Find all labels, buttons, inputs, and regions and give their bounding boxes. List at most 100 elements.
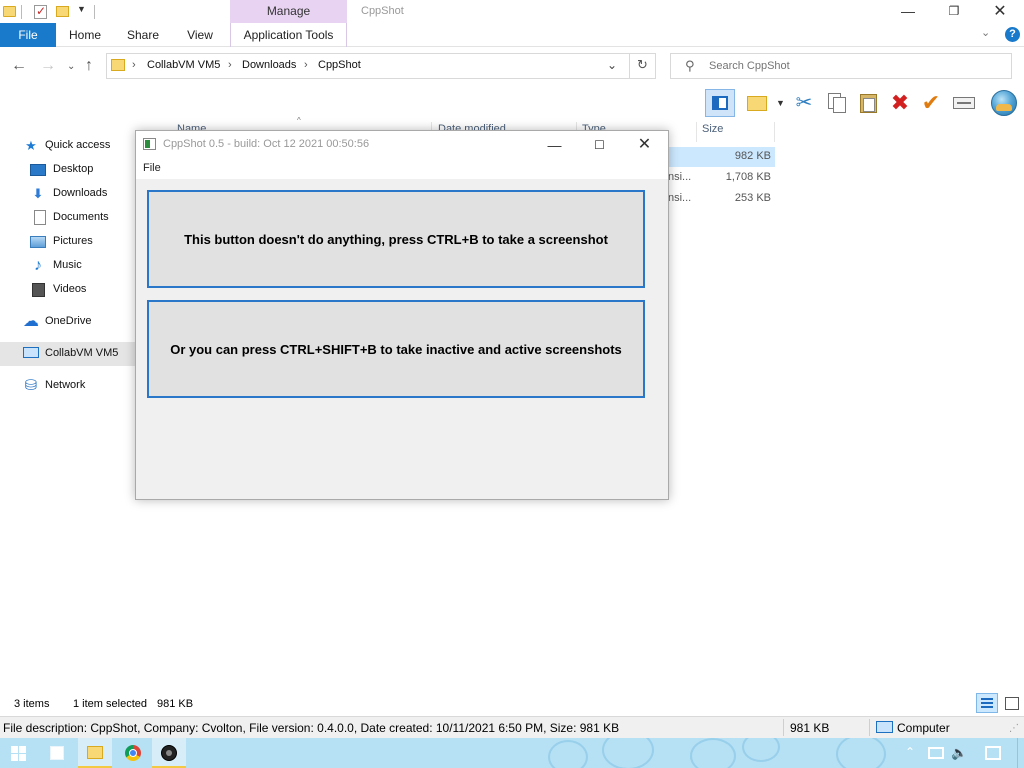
cut-icon[interactable]: ✂ [792,91,816,115]
column-header-size[interactable]: Size [702,122,723,142]
new-folder-icon[interactable] [55,4,71,20]
cppshot-icon[interactable] [152,738,186,768]
computer-icon [876,721,893,733]
sidebar-item-videos[interactable]: Videos [0,278,150,302]
wallpaper-decoration [742,738,780,762]
sidebar-item-desktop[interactable]: Desktop [0,158,150,182]
file-description-bar: File description: CppShot, Company: Cvol… [0,716,1024,738]
sidebar-item-collabvm[interactable]: CollabVM VM5 [0,342,150,366]
tab-home[interactable]: Home [56,23,114,47]
search-box[interactable]: ⚲ [670,53,1012,79]
breadcrumb-cppshot[interactable]: CppShot [318,59,361,71]
tab-share[interactable]: Share [117,23,169,47]
cppshot-titlebar[interactable]: CppShot 0.5 - build: Oct 12 2021 00:50:5… [136,131,668,159]
star-icon: ★ [25,138,37,153]
command-toolbar: ▼ ✂ ✖ ✔ [0,85,1024,122]
network-tray-icon[interactable] [928,747,944,759]
sidebar-item-label: Network [45,379,86,391]
search-input[interactable] [709,58,999,74]
refresh-icon[interactable]: ↻ [637,57,648,73]
status-bar: 3 items 1 item selected 981 KB [0,693,1024,715]
separator [21,5,22,19]
up-arrow-icon[interactable]: ↑ [85,58,93,74]
sidebar-item-label: Pictures [53,235,93,247]
show-desktop-button[interactable] [1017,738,1024,768]
separator [869,719,870,736]
folder-icon [2,4,18,20]
breadcrumb-collabvm[interactable]: CollabVM VM5 [147,59,220,71]
show-hidden-icons-chevron-icon[interactable]: ⌃ [905,745,915,759]
resize-grip-icon[interactable]: ⋰ [1009,723,1019,734]
sidebar-item-music[interactable]: ♪ Music [0,254,150,278]
column-divider[interactable] [696,122,697,142]
recent-locations-chevron-icon[interactable]: ⌄ [67,59,75,75]
properties-icon[interactable] [951,91,975,115]
copy-icon[interactable] [825,91,849,115]
chrome-icon[interactable] [116,738,150,768]
rename-check-icon[interactable]: ✔ [919,91,943,115]
column-divider[interactable] [774,122,775,142]
close-button[interactable]: ✕ [622,131,667,159]
file-size: 1,708 KB [725,171,771,183]
close-button[interactable]: ✕ [977,0,1023,23]
volume-icon[interactable]: 🔈 [951,745,967,761]
breadcrumb-downloads[interactable]: Downloads [242,59,296,71]
new-folder-icon[interactable] [745,91,769,115]
maximize-button[interactable]: ☐ [577,131,622,159]
sort-ascending-icon: ^ [297,116,301,125]
sidebar-item-quick-access[interactable]: ★ Quick access [0,134,150,158]
details-view-icon[interactable] [976,693,998,713]
document-icon [34,210,46,225]
sidebar-item-onedrive[interactable]: ☁ OneDrive [0,310,150,334]
screenshot-info-button[interactable]: This button doesn't do anything, press C… [147,190,645,288]
address-bar[interactable]: › CollabVM VM5 › Downloads › CppShot ⌄ ↻ [106,53,656,79]
ribbon-tabs: File Home Share View Application Tools ⌄… [0,23,1024,47]
properties-check-icon[interactable]: ✓ [33,4,49,20]
search-icon: ⚲ [685,58,695,73]
cppshot-title: CppShot 0.5 - build: Oct 12 2021 00:50:5… [163,138,370,150]
forward-arrow-icon[interactable]: → [40,58,56,74]
breadcrumb-separator[interactable]: › [304,59,308,71]
cppshot-menubar: File [136,159,668,179]
tab-file[interactable]: File [0,23,56,47]
paste-icon[interactable] [857,91,881,115]
tab-view[interactable]: View [176,23,224,47]
sidebar-item-label: Downloads [53,187,108,199]
expand-ribbon-icon[interactable]: ⌄ [981,26,990,39]
separator [783,719,784,736]
back-arrow-icon[interactable]: ← [11,58,27,74]
separator [94,5,95,19]
quick-access-toolbar-dropdown[interactable]: ▼ [77,4,86,14]
new-folder-dropdown-icon[interactable]: ▼ [776,98,785,108]
selection-count: 1 item selected [73,698,147,710]
start-windows-icon[interactable] [0,738,40,768]
store-icon[interactable] [40,738,74,768]
address-dropdown-icon[interactable]: ⌄ [607,58,617,72]
breadcrumb-separator[interactable]: › [132,59,136,71]
notification-icon[interactable] [985,746,1001,760]
minimize-button[interactable]: — [532,131,577,159]
minimize-button[interactable]: — [885,0,931,23]
menu-file[interactable]: File [143,162,161,174]
delete-icon[interactable]: ✖ [888,91,912,115]
sidebar-item-network[interactable]: ⛁ Network [0,374,150,398]
tab-application-tools[interactable]: Application Tools [230,23,347,47]
navigation-bar: ← → ⌄ ↑ › CollabVM VM5 › Downloads › Cpp… [0,47,1024,85]
sidebar-item-downloads[interactable]: ⬇ Downloads [0,182,150,206]
wallpaper-decoration [836,738,886,768]
location-label: Computer [897,721,950,735]
help-icon[interactable]: ? [1005,27,1020,42]
sidebar-item-documents[interactable]: Documents [0,206,150,230]
large-icons-view-icon[interactable] [1001,693,1021,713]
shell-globe-icon[interactable] [991,90,1017,116]
inactive-active-info-button[interactable]: Or you can press CTRL+SHIFT+B to take in… [147,300,645,398]
download-icon: ⬇ [32,186,44,201]
maximize-button[interactable]: ❐ [931,0,977,23]
selection-size: 981 KB [157,698,194,710]
wallpaper-decoration [548,740,588,768]
breadcrumb-separator[interactable]: › [228,59,232,71]
file-explorer-icon[interactable] [78,738,112,768]
sidebar-item-pictures[interactable]: Pictures [0,230,150,254]
preview-pane-icon[interactable] [705,89,735,117]
file-size: 982 KB [734,150,771,162]
